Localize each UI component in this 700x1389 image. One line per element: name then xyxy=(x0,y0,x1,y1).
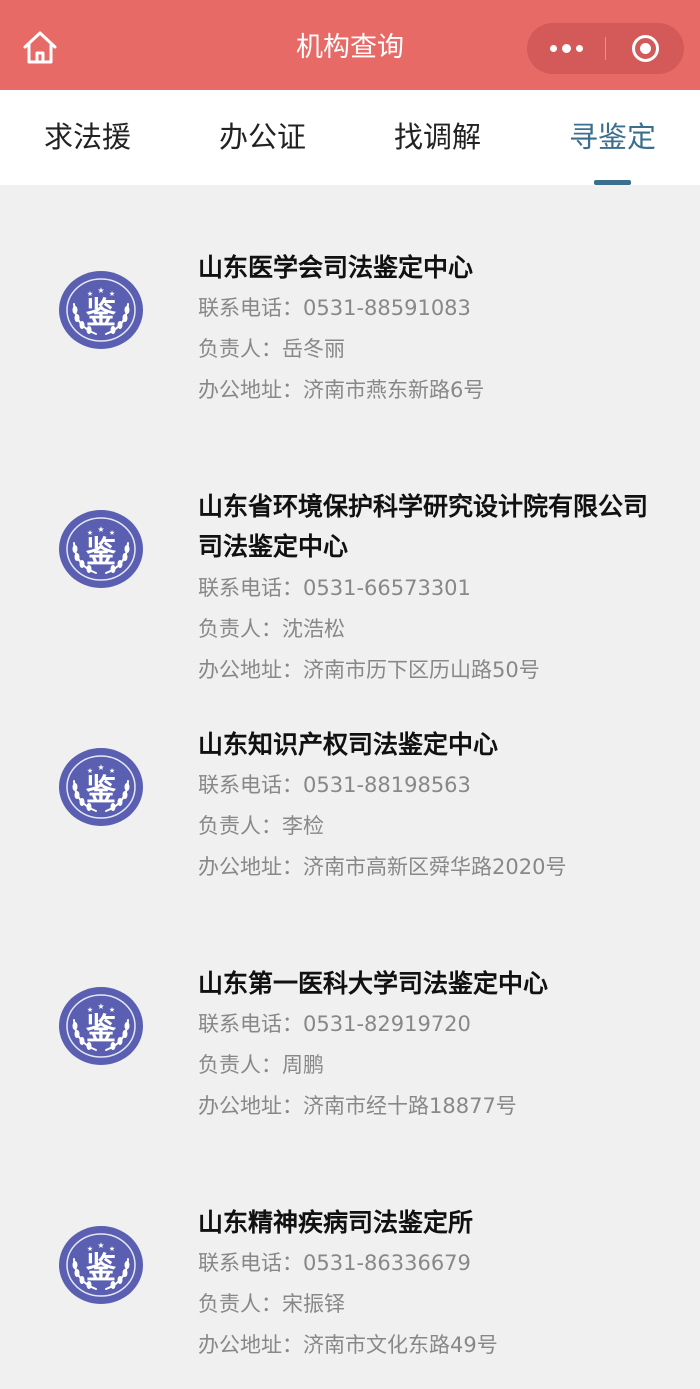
head-label: 负责人： xyxy=(198,814,282,838)
appraisal-logo-icon: ★ ★ ★ 鉴 xyxy=(58,509,144,589)
address-line: 办公地址：济南市历下区历山路50号 xyxy=(198,655,540,685)
mini-program-capsule xyxy=(527,23,684,74)
address-value: 济南市高新区舜华路2020号 xyxy=(303,855,567,879)
list-item[interactable]: ★ ★ ★ 鉴 山东第一医科大学司法鉴定中心 联系电话：0531-82919720 负… xyxy=(0,964,700,1134)
title-bar: 机构查询 xyxy=(0,0,700,90)
phone-value: 0531-66573301 xyxy=(303,576,471,600)
phone-value: 0531-88198563 xyxy=(303,773,471,797)
tab-notary[interactable]: 办公证 xyxy=(175,117,350,157)
phone-line: 联系电话：0531-86336679 xyxy=(198,1248,471,1278)
phone-line: 联系电话：0531-88198563 xyxy=(198,770,471,800)
head-label: 负责人： xyxy=(198,1053,282,1077)
address-label: 办公地址： xyxy=(198,658,303,682)
svg-text:★: ★ xyxy=(97,763,104,772)
head-value: 沈浩松 xyxy=(282,617,345,641)
svg-text:★: ★ xyxy=(97,525,104,534)
more-button[interactable] xyxy=(527,23,605,74)
address-value: 济南市燕东新路6号 xyxy=(303,378,485,402)
address-value: 济南市经十路18877号 xyxy=(303,1094,517,1118)
institution-name: 山东第一医科大学司法鉴定中心 xyxy=(198,969,549,998)
head-line: 负责人：宋振铎 xyxy=(198,1289,345,1319)
address-label: 办公地址： xyxy=(198,378,303,402)
phone-value: 0531-82919720 xyxy=(303,1012,471,1036)
appraisal-logo-icon: ★ ★ ★ 鉴 xyxy=(58,986,144,1066)
active-tab-indicator xyxy=(594,180,631,185)
svg-text:鉴: 鉴 xyxy=(85,773,117,808)
address-label: 办公地址： xyxy=(198,1094,303,1118)
institution-name: 山东省环境保护科学研究设计院有限公司司法鉴定中心 xyxy=(198,492,649,561)
svg-text:鉴: 鉴 xyxy=(85,296,117,331)
svg-text:鉴: 鉴 xyxy=(85,1251,117,1286)
list-item[interactable]: ★ ★ ★ 鉴 山东知识产权司法鉴定中心 联系电话：0531-88198563 负责人… xyxy=(0,725,700,895)
phone-line: 联系电话：0531-88591083 xyxy=(198,293,471,323)
list-item[interactable]: ★ ★ ★ 鉴 山东医学会司法鉴定中心 联系电话：0531-88591083 负责人：… xyxy=(0,248,700,418)
svg-text:鉴: 鉴 xyxy=(85,1012,117,1047)
head-line: 负责人：周鹏 xyxy=(198,1050,324,1080)
head-label: 负责人： xyxy=(198,1292,282,1316)
head-value: 周鹏 xyxy=(282,1053,324,1077)
phone-line: 联系电话：0531-82919720 xyxy=(198,1009,471,1039)
phone-label: 联系电话： xyxy=(198,576,303,600)
phone-label: 联系电话： xyxy=(198,296,303,320)
head-value: 李检 xyxy=(282,814,324,838)
more-dots-icon xyxy=(549,44,583,53)
institution-name: 山东精神疾病司法鉴定所 xyxy=(198,1208,474,1237)
list-item[interactable]: ★ ★ ★ 鉴 山东精神疾病司法鉴定所 联系电话：0531-86336679 负责人：… xyxy=(0,1203,700,1373)
phone-label: 联系电话： xyxy=(198,773,303,797)
address-line: 办公地址：济南市文化东路49号 xyxy=(198,1330,498,1360)
appraisal-logo-icon: ★ ★ ★ 鉴 xyxy=(58,270,144,350)
tab-mediation[interactable]: 找调解 xyxy=(350,117,525,157)
institution-name: 山东医学会司法鉴定中心 xyxy=(198,253,474,282)
head-line: 负责人：岳冬丽 xyxy=(198,334,345,364)
address-line: 办公地址：济南市高新区舜华路2020号 xyxy=(198,852,566,882)
appraisal-logo-icon: ★ ★ ★ 鉴 xyxy=(58,1225,144,1305)
appraisal-logo-icon: ★ ★ ★ 鉴 xyxy=(58,747,144,827)
tab-legal-aid[interactable]: 求法援 xyxy=(0,117,175,157)
address-value: 济南市文化东路49号 xyxy=(303,1333,498,1357)
close-button[interactable] xyxy=(631,34,660,63)
address-label: 办公地址： xyxy=(198,855,303,879)
list-item[interactable]: ★ ★ ★ 鉴 山东省环境保护科学研究设计院有限公司司法鉴定中心 联系电话：0531-… xyxy=(0,487,700,687)
svg-text:★: ★ xyxy=(97,1241,104,1250)
institution-name: 山东知识产权司法鉴定中心 xyxy=(198,730,499,759)
address-value: 济南市历下区历山路50号 xyxy=(303,658,540,682)
phone-label: 联系电话： xyxy=(198,1012,303,1036)
head-line: 负责人：李检 xyxy=(198,811,324,841)
phone-value: 0531-86336679 xyxy=(303,1251,471,1275)
address-line: 办公地址：济南市经十路18877号 xyxy=(198,1091,517,1121)
address-line: 办公地址：济南市燕东新路6号 xyxy=(198,375,484,405)
capsule-divider xyxy=(605,37,606,60)
head-label: 负责人： xyxy=(198,337,282,361)
tab-appraisal[interactable]: 寻鉴定 xyxy=(525,117,700,157)
head-line: 负责人：沈浩松 xyxy=(198,614,345,644)
head-value: 岳冬丽 xyxy=(282,337,345,361)
close-circle-icon xyxy=(632,35,659,62)
address-label: 办公地址： xyxy=(198,1333,303,1357)
phone-value: 0531-88591083 xyxy=(303,296,471,320)
phone-line: 联系电话：0531-66573301 xyxy=(198,573,471,603)
head-value: 宋振铎 xyxy=(282,1292,345,1316)
svg-text:★: ★ xyxy=(97,286,104,295)
phone-label: 联系电话： xyxy=(198,1251,303,1275)
tab-bar: 求法援 办公证 找调解 寻鉴定 xyxy=(0,90,700,185)
head-label: 负责人： xyxy=(198,617,282,641)
svg-text:鉴: 鉴 xyxy=(85,535,117,570)
svg-text:★: ★ xyxy=(97,1002,104,1011)
